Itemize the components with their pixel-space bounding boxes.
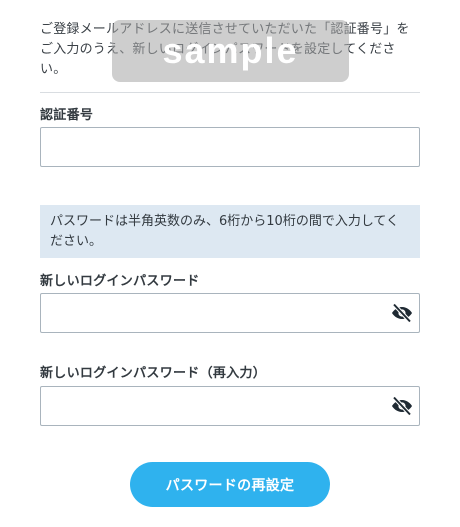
auth-code-input[interactable] (41, 128, 419, 166)
eye-slash-icon[interactable] (391, 303, 413, 323)
new-password-label: 新しいログインパスワード (40, 274, 200, 289)
confirm-password-input[interactable] (41, 387, 419, 425)
eye-slash-icon[interactable] (391, 396, 413, 416)
divider (40, 92, 420, 93)
new-password-field (40, 293, 420, 333)
confirm-password-label: 新しいログインパスワード（再入力） (40, 366, 267, 381)
password-rule-notice: パスワードは半角英数のみ、6桁から10桁の間で入力してください。 (40, 205, 420, 258)
confirm-password-field (40, 386, 420, 426)
auth-code-label: 認証番号 (40, 108, 94, 123)
auth-code-field (40, 127, 420, 167)
new-password-input[interactable] (41, 294, 419, 332)
reset-password-button[interactable]: パスワードの再設定 (130, 462, 330, 507)
sample-watermark: sample (112, 20, 349, 82)
